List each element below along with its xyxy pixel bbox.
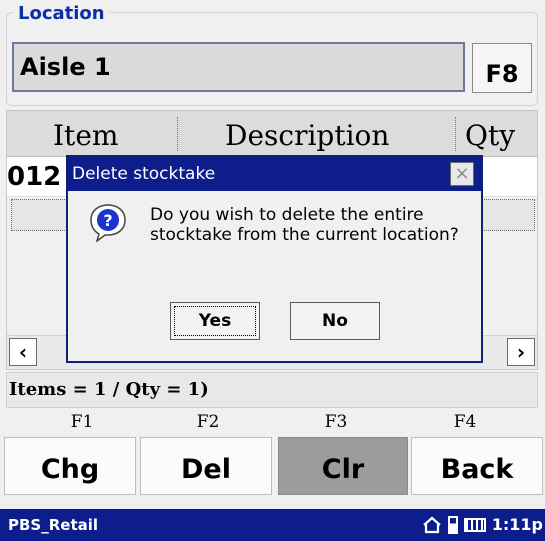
- location-field[interactable]: Aisle 1: [12, 42, 465, 92]
- scroll-right-icon[interactable]: ›: [507, 338, 535, 366]
- location-label: Location: [14, 3, 109, 24]
- function-key-f1-label: F1: [70, 412, 94, 432]
- change-button[interactable]: Chg: [4, 437, 136, 495]
- delete-stocktake-dialog: Delete stocktake × ? Do you wish to dele…: [66, 155, 483, 363]
- dialog-message: Do you wish to delete the entire stockta…: [150, 205, 459, 245]
- back-button[interactable]: Back: [411, 437, 543, 495]
- function-key-f2-label: F2: [196, 412, 220, 432]
- status-bar: Items = 1 / Qty = 1): [6, 372, 538, 408]
- svg-text:?: ?: [103, 211, 112, 230]
- delete-button[interactable]: Del: [140, 437, 272, 495]
- home-icon[interactable]: [422, 516, 442, 534]
- grid-header: Item Description Qty: [7, 111, 537, 157]
- column-header-description[interactable]: Description: [225, 111, 389, 157]
- taskbar: PBS_Retail 1:11p: [0, 509, 545, 541]
- column-separator[interactable]: [177, 117, 178, 151]
- function-key-f3-label: F3: [324, 412, 348, 432]
- column-separator[interactable]: [455, 117, 456, 151]
- keyboard-icon[interactable]: [463, 518, 486, 532]
- tray: 1:11p: [422, 509, 545, 541]
- battery-icon[interactable]: [447, 516, 458, 534]
- column-header-item[interactable]: Item: [53, 111, 118, 157]
- clock[interactable]: 1:11p: [492, 509, 543, 541]
- location-lookup-button[interactable]: F8: [472, 43, 532, 93]
- column-header-qty[interactable]: Qty: [465, 111, 515, 157]
- yes-button[interactable]: Yes: [170, 302, 260, 340]
- clear-button[interactable]: Clr: [278, 437, 408, 495]
- row-item-cell: 012: [7, 162, 62, 192]
- app-title: PBS_Retail: [8, 516, 99, 534]
- close-icon[interactable]: ×: [450, 162, 474, 186]
- function-key-f4-label: F4: [453, 412, 477, 432]
- dialog-title: Delete stocktake: [68, 157, 481, 191]
- no-button[interactable]: No: [290, 302, 380, 340]
- question-icon: ?: [90, 204, 126, 242]
- scroll-left-icon[interactable]: ‹: [9, 338, 37, 366]
